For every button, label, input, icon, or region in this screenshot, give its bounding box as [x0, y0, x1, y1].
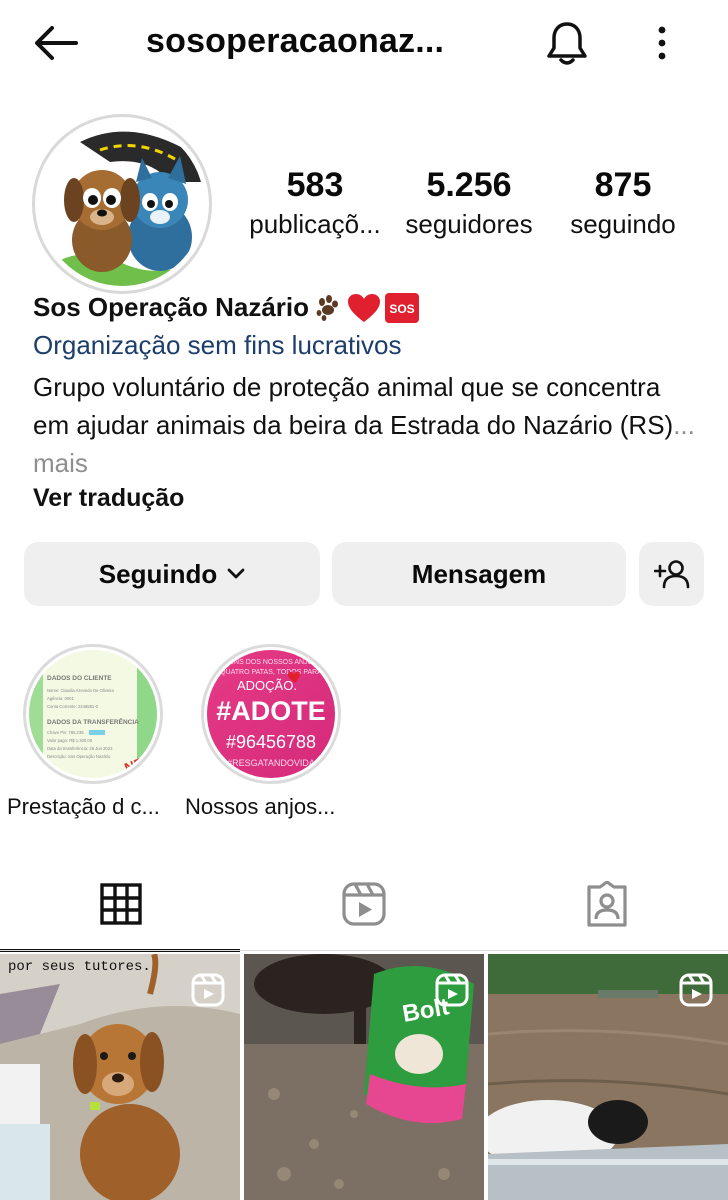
profile-avatar[interactable] [32, 114, 212, 294]
bell-icon [547, 22, 587, 65]
following-count: 875 [594, 166, 652, 204]
post-thumbnail[interactable]: Bolt [244, 954, 484, 1200]
sos-badge-text: SOS [389, 302, 414, 316]
message-button[interactable]: Mensagem [332, 542, 626, 606]
receipt-line: Nome: Claudia Azevedo De Oliveira [47, 688, 114, 693]
receipt-title: DADOS DO CLIENTE [47, 675, 112, 682]
following-button-label: Seguindo [98, 558, 218, 589]
posts-grid: por seus tutores. Bolt [0, 954, 728, 1200]
highlight-ring: UNS DOS NOSSOS ANJO QUATRO PATAS, TODOS … [201, 644, 341, 784]
adopt-hashtag: #ADOTE [216, 696, 326, 726]
tab-tagged[interactable] [486, 856, 728, 952]
tagged-icon [587, 881, 627, 927]
following-label: seguindo [570, 209, 676, 239]
stat-followers[interactable]: 5.256 seguidores [396, 164, 542, 242]
posts-label: publicaçõ... [249, 209, 381, 239]
adopt-phone: #96456788 [226, 732, 316, 752]
reels-icon [342, 882, 386, 926]
receipt-line: Valor pago: R$ 1.300,00 [47, 738, 93, 743]
arrow-left-icon [35, 26, 78, 60]
see-translation-link[interactable]: Ver tradução [33, 484, 184, 513]
highlight-label: Nossos anjos... [185, 794, 336, 819]
profile-tabs [0, 856, 728, 952]
receipt-title: DADOS DA TRANSFERÊNCIA [47, 717, 139, 726]
red-heart-icon [347, 293, 381, 323]
receipt-line: Conta Corrente: 2246581-0 [47, 704, 99, 709]
post-thumbnail[interactable]: por seus tutores. [0, 954, 240, 1200]
message-button-label: Mensagem [411, 558, 547, 589]
bio-text: Grupo voluntário de proteção animal que … [33, 372, 674, 440]
posts-count: 583 [286, 166, 344, 204]
highlight-nossos-anjos[interactable]: UNS DOS NOSSOS ANJO QUATRO PATAS, TODOS … [185, 644, 341, 819]
reels-badge-icon [191, 973, 225, 1007]
reels-badge-icon [435, 973, 469, 1007]
highlight-ring: DADOS DO CLIENTE Nome: Claudia Azevedo D… [23, 644, 163, 784]
adopt-line: UNS DOS NOSSOS ANJO [229, 659, 314, 666]
top-bar: sosoperacaonaz... [0, 0, 728, 88]
highlight-label: Prestação d c... [7, 794, 160, 819]
tab-reels[interactable] [243, 856, 485, 952]
tab-posts-grid[interactable] [0, 856, 242, 952]
receipt-line: Agência: 0001 [47, 696, 74, 701]
add-user-icon [653, 560, 689, 589]
more-vertical-icon [658, 26, 666, 60]
chevron-down-icon [227, 568, 245, 579]
notifications-button[interactable] [540, 16, 594, 70]
suggest-users-button[interactable] [639, 542, 704, 606]
tabs-divider [0, 950, 728, 951]
display-name-text: Sos Operação Nazário [33, 292, 309, 322]
profile-username: sosoperacaonaz... [146, 22, 445, 60]
post-thumbnail[interactable] [488, 954, 728, 1200]
following-button[interactable]: Seguindo [24, 542, 320, 606]
highlight-prestacao[interactable]: DADOS DO CLIENTE Nome: Claudia Azevedo D… [7, 644, 163, 819]
avatar-image [40, 122, 204, 286]
reels-badge-icon [679, 973, 713, 1007]
post-caption: por seus tutores. [8, 959, 151, 975]
adopt-footer: #RESGATANDOVIDA [227, 758, 315, 768]
profile-display-name: Sos Operação Nazário SOS [33, 292, 419, 323]
stat-posts[interactable]: 583 publicaçõ... [242, 164, 388, 242]
highlight-cover-receipt: DADOS DO CLIENTE Nome: Claudia Azevedo D… [29, 650, 157, 778]
followers-label: seguidores [405, 209, 533, 239]
paw-prints-icon [313, 293, 343, 323]
receipt-line: Descrição: Sos Operação Nazário [47, 754, 111, 759]
stat-following[interactable]: 875 seguindo [560, 164, 686, 242]
profile-category[interactable]: Organização sem fins lucrativos [33, 330, 401, 361]
profile-bio: Grupo voluntário de proteção animal que … [33, 368, 703, 482]
receipt-line: Chave Pix: 785.236. [47, 730, 85, 735]
grid-icon [100, 883, 142, 925]
back-button[interactable] [28, 18, 84, 68]
adopt-line: QUATRO PATAS, TODOS PARA [220, 669, 322, 676]
adopt-line: ADOÇÃO. [237, 678, 297, 693]
highlight-cover-adopt: UNS DOS NOSSOS ANJO QUATRO PATAS, TODOS … [207, 650, 335, 778]
followers-count: 5.256 [426, 166, 512, 204]
receipt-line: Data da transferência: 26 Jun 2023 [47, 746, 113, 751]
more-options-button[interactable] [640, 16, 684, 70]
sos-icon: SOS [385, 292, 419, 323]
